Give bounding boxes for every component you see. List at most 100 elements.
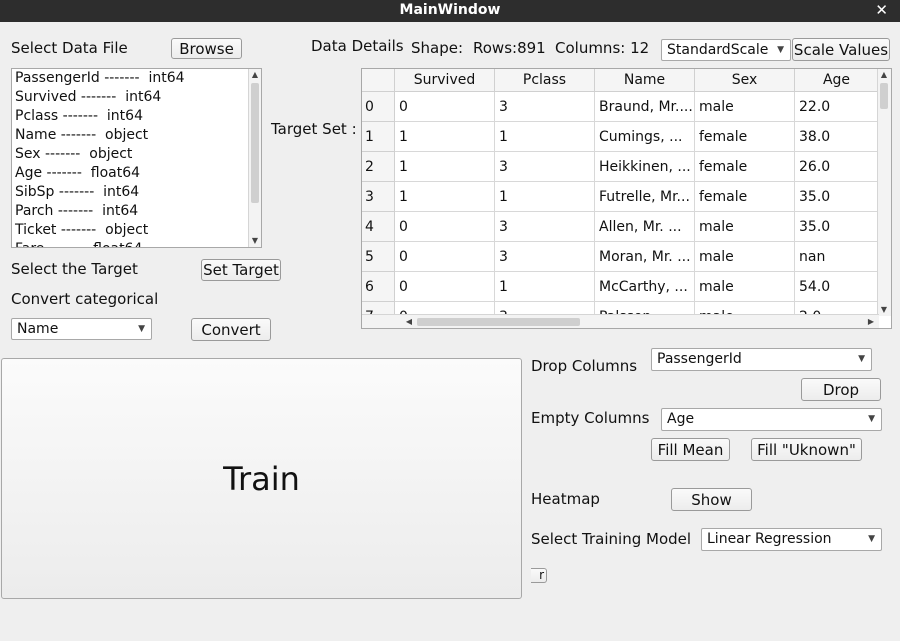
list-item[interactable]: Survived ------- int64: [12, 88, 261, 107]
list-item[interactable]: Fare ------- float64: [12, 240, 261, 247]
table-cell[interactable]: male: [695, 212, 795, 242]
scroll-thumb[interactable]: [417, 318, 580, 326]
set-target-button[interactable]: Set Target: [201, 259, 281, 281]
empty-column-select[interactable]: Age ▼: [661, 408, 882, 431]
target-set-label: Target Set :: [271, 120, 357, 138]
data-details-label: Data Details: [311, 37, 404, 55]
chevron-down-icon: ▼: [868, 534, 875, 544]
table-cell[interactable]: 0: [395, 92, 495, 122]
table-cell[interactable]: 54.0: [795, 272, 879, 302]
scale-values-button[interactable]: Scale Values: [792, 38, 890, 61]
table-cell[interactable]: 0: [395, 242, 495, 272]
table-cell[interactable]: 0: [395, 272, 495, 302]
scroll-down-icon[interactable]: ▼: [878, 304, 890, 316]
table-cell[interactable]: Moran, Mr. ...: [595, 242, 695, 272]
list-item[interactable]: Sex ------- object: [12, 145, 261, 164]
table-cell[interactable]: nan: [795, 242, 879, 272]
columns-list[interactable]: PassengerId ------- int64 Survived ------…: [11, 68, 262, 248]
table-cell[interactable]: 1: [495, 122, 595, 152]
columns-count: Columns: 12: [555, 39, 650, 57]
list-item[interactable]: Age ------- float64: [12, 164, 261, 183]
show-heatmap-button[interactable]: Show: [671, 488, 752, 511]
drop-button[interactable]: Drop: [801, 378, 881, 401]
table-cell[interactable]: Heikkinen, ...: [595, 152, 695, 182]
convert-column-value: Name: [17, 321, 59, 337]
list-item[interactable]: Ticket ------- object: [12, 221, 261, 240]
table-cell[interactable]: 22.0: [795, 92, 879, 122]
list-item[interactable]: PassengerId ------- int64: [12, 69, 261, 88]
table-cell[interactable]: 35.0: [795, 182, 879, 212]
table-cell[interactable]: 1: [395, 152, 495, 182]
table-cell[interactable]: 1: [495, 272, 595, 302]
table-cell[interactable]: Allen, Mr. ...: [595, 212, 695, 242]
table-cell[interactable]: 3: [495, 212, 595, 242]
list-item[interactable]: SibSp ------- int64: [12, 183, 261, 202]
row-header[interactable]: 1: [362, 122, 395, 152]
data-table[interactable]: Survived Pclass Name Sex Age 0 0 3 Braund, …: [361, 68, 892, 329]
close-icon[interactable]: ✕: [875, 1, 888, 19]
scroll-right-icon[interactable]: ▶: [865, 315, 877, 328]
table-cell[interactable]: 38.0: [795, 122, 879, 152]
table-cell[interactable]: 1: [395, 122, 495, 152]
table-cell[interactable]: McCarthy, ...: [595, 272, 695, 302]
scroll-up-icon[interactable]: ▲: [249, 69, 261, 81]
columns-list-scrollbar[interactable]: ▲ ▼: [248, 69, 261, 247]
list-item[interactable]: Parch ------- int64: [12, 202, 261, 221]
table-horizontal-scrollbar[interactable]: ◀ ▶: [362, 314, 879, 328]
table-cell[interactable]: 3: [495, 92, 595, 122]
scroll-thumb[interactable]: [880, 83, 888, 109]
column-header[interactable]: Pclass: [495, 69, 595, 92]
column-header[interactable]: Survived: [395, 69, 495, 92]
table-cell[interactable]: male: [695, 242, 795, 272]
browse-button[interactable]: Browse: [171, 38, 242, 59]
table-cell[interactable]: 3: [495, 242, 595, 272]
table-cell[interactable]: 0: [395, 212, 495, 242]
columns-list-items: PassengerId ------- int64 Survived ------…: [12, 69, 261, 247]
window-title: MainWindow: [399, 2, 501, 18]
scroll-left-icon[interactable]: ◀: [403, 315, 415, 328]
table-cell[interactable]: 1: [495, 182, 595, 212]
scroll-down-icon[interactable]: ▼: [249, 235, 261, 247]
table-cell[interactable]: male: [695, 272, 795, 302]
fill-unknown-button[interactable]: Fill "Uknown": [751, 438, 862, 461]
fill-mean-button[interactable]: Fill Mean: [651, 438, 730, 461]
column-header[interactable]: Age: [795, 69, 879, 92]
row-header[interactable]: 3: [362, 182, 395, 212]
scroll-thumb[interactable]: [251, 83, 259, 203]
row-header[interactable]: 4: [362, 212, 395, 242]
table-vertical-scrollbar[interactable]: ▲ ▼: [877, 69, 891, 316]
convert-button[interactable]: Convert: [191, 318, 271, 341]
table-cell[interactable]: female: [695, 152, 795, 182]
row-header[interactable]: 6: [362, 272, 395, 302]
table-cell[interactable]: Futrelle, Mr...: [595, 182, 695, 212]
table-cell[interactable]: Braund, Mr....: [595, 92, 695, 122]
train-button[interactable]: Train: [1, 358, 522, 599]
scale-method-select[interactable]: StandardScale ▼: [661, 39, 791, 61]
column-header[interactable]: Sex: [695, 69, 795, 92]
row-header[interactable]: 0: [362, 92, 395, 122]
convert-categorical-label: Convert categorical: [11, 290, 159, 308]
row-header[interactable]: 5: [362, 242, 395, 272]
scroll-up-icon[interactable]: ▲: [878, 69, 890, 81]
partial-button[interactable]: r: [531, 568, 547, 583]
table-cell[interactable]: male: [695, 92, 795, 122]
table-cell[interactable]: Cumings, ...: [595, 122, 695, 152]
row-header[interactable]: 2: [362, 152, 395, 182]
table-corner: [362, 69, 395, 92]
drop-column-select[interactable]: PassengerId ▼: [651, 348, 872, 371]
table-cell[interactable]: 1: [395, 182, 495, 212]
table-cell[interactable]: 3: [495, 152, 595, 182]
column-header[interactable]: Name: [595, 69, 695, 92]
table-cell[interactable]: 35.0: [795, 212, 879, 242]
training-model-select[interactable]: Linear Regression ▼: [701, 528, 882, 551]
table-cell[interactable]: female: [695, 122, 795, 152]
rows-count: Rows:891: [473, 39, 546, 57]
select-data-file-label: Select Data File: [11, 39, 128, 57]
shape-label: Shape:: [411, 39, 464, 57]
table-cell[interactable]: female: [695, 182, 795, 212]
table-cell[interactable]: 26.0: [795, 152, 879, 182]
convert-column-select[interactable]: Name ▼: [11, 318, 152, 340]
list-item[interactable]: Name ------- object: [12, 126, 261, 145]
drop-columns-label: Drop Columns: [531, 357, 638, 375]
list-item[interactable]: Pclass ------- int64: [12, 107, 261, 126]
